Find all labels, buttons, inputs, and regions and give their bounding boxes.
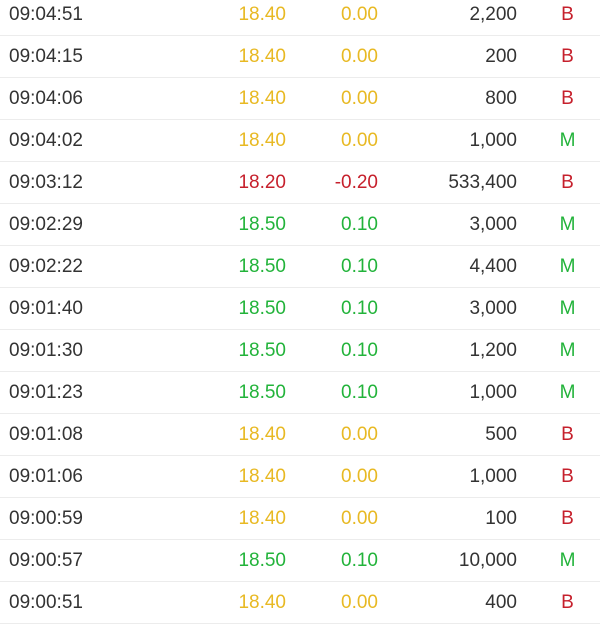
- trade-price: 18.40: [238, 592, 286, 613]
- trade-side-badge: B: [561, 88, 574, 109]
- trade-price: 18.40: [238, 46, 286, 67]
- trade-side-badge: M: [559, 550, 576, 571]
- trade-volume: 100: [485, 508, 517, 529]
- trade-row[interactable]: 09:03:12 18.20 -0.20 533,400 B: [0, 162, 600, 204]
- trade-volume: 1,200: [469, 340, 517, 361]
- trade-time: 09:02:22: [9, 256, 83, 277]
- trade-price: 18.50: [238, 340, 286, 361]
- trade-row[interactable]: 09:02:22 18.50 0.10 4,400 M: [0, 246, 600, 288]
- trade-time: 09:03:12: [9, 172, 83, 193]
- trade-price: 18.40: [238, 88, 286, 109]
- trade-time: 09:00:57: [9, 550, 83, 571]
- trade-volume: 3,000: [469, 214, 517, 235]
- trade-change: 0.00: [341, 466, 378, 487]
- trade-change: 0.10: [341, 214, 378, 235]
- trade-price: 18.40: [238, 466, 286, 487]
- trade-row[interactable]: 09:04:51 18.40 0.00 2,200 B: [0, 0, 600, 36]
- trade-change: 0.10: [341, 340, 378, 361]
- trade-change: 0.00: [341, 88, 378, 109]
- trade-volume: 3,000: [469, 298, 517, 319]
- trade-change: 0.10: [341, 382, 378, 403]
- trade-side-badge: B: [561, 46, 574, 67]
- trade-price: 18.50: [238, 550, 286, 571]
- trade-row[interactable]: 09:01:40 18.50 0.10 3,000 M: [0, 288, 600, 330]
- trade-row[interactable]: 09:02:29 18.50 0.10 3,000 M: [0, 204, 600, 246]
- trade-time: 09:01:08: [9, 424, 83, 445]
- trade-change: 0.10: [341, 256, 378, 277]
- trade-change: 0.10: [341, 550, 378, 571]
- trade-volume: 533,400: [448, 172, 517, 193]
- trade-row[interactable]: 09:04:15 18.40 0.00 200 B: [0, 36, 600, 78]
- trade-time: 09:01:40: [9, 298, 83, 319]
- trade-side-badge: M: [559, 214, 576, 235]
- trade-row[interactable]: 09:01:06 18.40 0.00 1,000 B: [0, 456, 600, 498]
- trade-row[interactable]: 09:00:57 18.50 0.10 10,000 M: [0, 540, 600, 582]
- trade-volume: 4,400: [469, 256, 517, 277]
- trade-time: 09:04:02: [9, 130, 83, 151]
- trade-volume: 2,200: [469, 4, 517, 25]
- trade-row[interactable]: 09:00:59 18.40 0.00 100 B: [0, 498, 600, 540]
- trade-change: 0.00: [341, 46, 378, 67]
- trade-row[interactable]: 09:01:30 18.50 0.10 1,200 M: [0, 330, 600, 372]
- trade-side-badge: B: [561, 592, 574, 613]
- trade-price: 18.40: [238, 424, 286, 445]
- trade-change: 0.00: [341, 424, 378, 445]
- trade-side-badge: B: [561, 172, 574, 193]
- trade-change: 0.00: [341, 4, 378, 25]
- trade-time: 09:02:29: [9, 214, 83, 235]
- trade-volume: 10,000: [458, 550, 517, 571]
- trade-change: -0.20: [334, 172, 378, 193]
- trade-price: 18.50: [238, 298, 286, 319]
- trade-volume: 1,000: [469, 130, 517, 151]
- trade-time: 09:04:06: [9, 88, 83, 109]
- trade-volume: 800: [485, 88, 517, 109]
- trade-price: 18.50: [238, 382, 286, 403]
- trade-row[interactable]: 09:04:06 18.40 0.00 800 B: [0, 78, 600, 120]
- trade-side-badge: M: [559, 256, 576, 277]
- trade-price: 18.50: [238, 214, 286, 235]
- trade-row[interactable]: 09:04:02 18.40 0.00 1,000 M: [0, 120, 600, 162]
- trade-volume: 1,000: [469, 466, 517, 487]
- trade-time: 09:01:30: [9, 340, 83, 361]
- trade-time: 09:00:59: [9, 508, 83, 529]
- trade-row[interactable]: 09:01:23 18.50 0.10 1,000 M: [0, 372, 600, 414]
- trade-time: 09:04:51: [9, 4, 83, 25]
- trade-change: 0.00: [341, 130, 378, 151]
- trade-side-badge: B: [561, 508, 574, 529]
- trade-side-badge: B: [561, 424, 574, 445]
- trade-change: 0.00: [341, 508, 378, 529]
- trade-side-badge: M: [559, 130, 576, 151]
- trade-row[interactable]: 09:00:51 18.40 0.00 400 B: [0, 582, 600, 624]
- trade-volume: 1,000: [469, 382, 517, 403]
- trade-volume: 500: [485, 424, 517, 445]
- trade-side-badge: B: [561, 466, 574, 487]
- trade-side-badge: M: [559, 340, 576, 361]
- trade-price: 18.40: [238, 508, 286, 529]
- trade-time: 09:04:15: [9, 46, 83, 67]
- trade-side-badge: M: [559, 298, 576, 319]
- trade-time: 09:00:51: [9, 592, 83, 613]
- trade-side-badge: B: [561, 4, 574, 25]
- trade-volume: 400: [485, 592, 517, 613]
- trade-change: 0.00: [341, 592, 378, 613]
- trade-price: 18.20: [238, 172, 286, 193]
- trade-change: 0.10: [341, 298, 378, 319]
- trade-row[interactable]: 09:01:08 18.40 0.00 500 B: [0, 414, 600, 456]
- trade-price: 18.50: [238, 256, 286, 277]
- trade-volume: 200: [485, 46, 517, 67]
- trade-price: 18.40: [238, 4, 286, 25]
- trade-time: 09:01:06: [9, 466, 83, 487]
- trade-side-badge: M: [559, 382, 576, 403]
- trade-list[interactable]: 09:04:51 18.40 0.00 2,200 B 09:04:15 18.40 0.00…: [0, 0, 600, 624]
- trade-time: 09:01:23: [9, 382, 83, 403]
- trade-price: 18.40: [238, 130, 286, 151]
